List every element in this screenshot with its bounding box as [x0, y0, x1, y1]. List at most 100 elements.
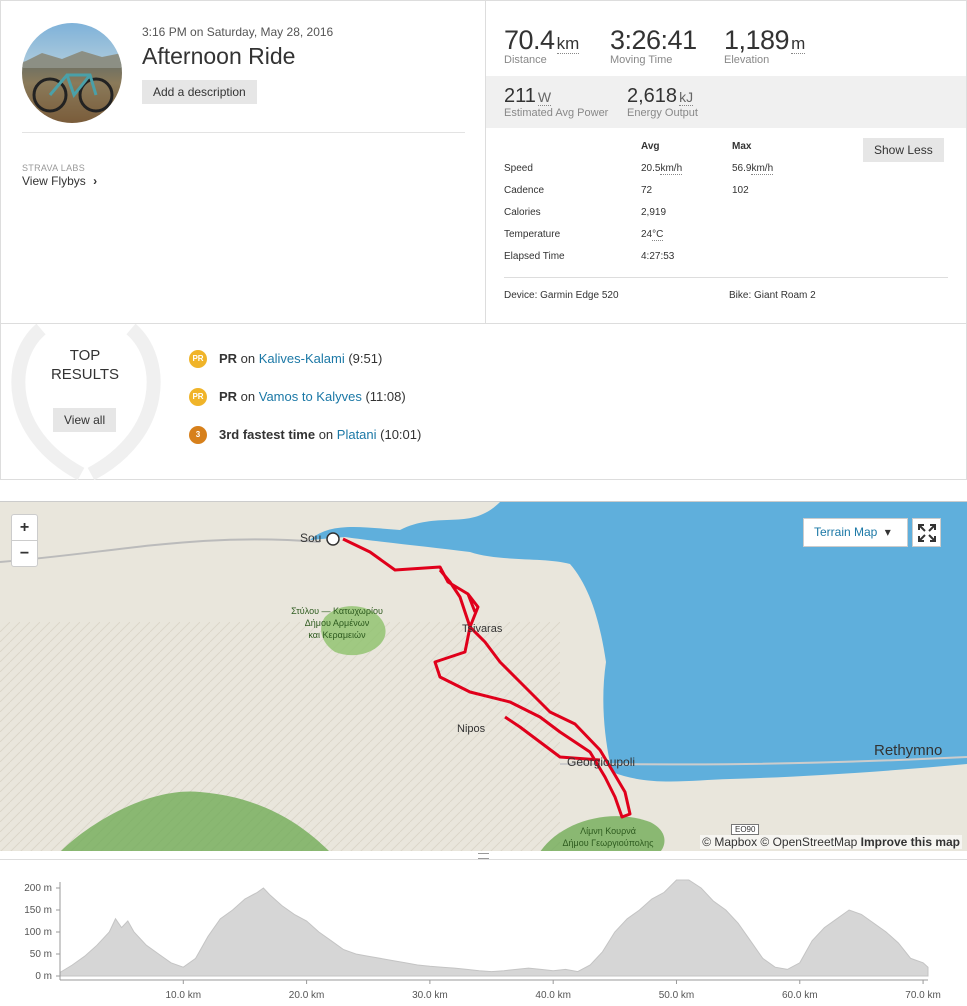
stat-max-value: 56.9: [732, 163, 752, 174]
area-label-line: και Κεραμειών: [308, 630, 366, 640]
zoom-out-button[interactable]: −: [12, 541, 37, 567]
stat-avg-unit: °C: [652, 229, 664, 241]
area-label-stylou: Στύλου — Κατωχωρίου Δήμου Αρμένων και Κε…: [282, 605, 392, 641]
third-place-medal-icon: 3: [189, 425, 207, 444]
view-flybys-link[interactable]: View Flybys ›: [22, 174, 97, 188]
stat-avg-value: 20.5: [641, 163, 661, 174]
bike-info: Bike: Giant Roam 2: [729, 290, 816, 301]
view-all-button[interactable]: View all: [53, 408, 117, 432]
fullscreen-icon: [917, 524, 936, 542]
top-results-title-line1: TOP: [69, 347, 101, 364]
max-column-header: Max: [732, 141, 752, 152]
distance-label: Distance: [504, 54, 547, 66]
distance-value: 70.4: [504, 25, 555, 55]
elevation-label: Elevation: [724, 54, 770, 66]
stat-row-label: Speed: [504, 163, 533, 174]
result-on: on: [237, 389, 259, 404]
power-value: 211: [504, 85, 536, 107]
avg-column-header: Avg: [641, 141, 660, 152]
bike-photo-avatar[interactable]: [22, 23, 122, 123]
x-tick-label: 60.0 km: [782, 990, 818, 1001]
bicycle-icon: [22, 51, 122, 113]
stat-avg: 24°C: [641, 229, 664, 241]
place-label-souda: Sou: [300, 531, 322, 545]
activity-header-panel: 3:16 PM on Saturday, May 28, 2016 Aftern…: [0, 0, 486, 324]
stat-avg: 2,919: [641, 207, 666, 218]
x-tick-label: 50.0 km: [659, 990, 695, 1001]
area-label-line: Στύλου — Κατωχωρίου: [291, 606, 383, 616]
route-map[interactable]: Sou Tsivaras Nipos Georgioupoli Rethymno…: [0, 501, 967, 851]
stat-avg: 20.5km/h: [641, 163, 683, 175]
elevation-area: [59, 879, 929, 977]
map-attribution: © Mapbox © OpenStreetMap Improve this ma…: [700, 835, 962, 849]
energy-stat: 2,618 kJ Energy Output: [627, 85, 698, 119]
area-label-line: Δήμου Αρμένων: [304, 618, 370, 628]
elevation-unit: m: [791, 34, 806, 54]
segment-link[interactable]: Platani: [337, 427, 377, 442]
moving-time-stat: 3:26:41 Moving Time: [610, 25, 697, 66]
stat-row-label: Cadence: [504, 185, 545, 196]
distance-unit: km: [556, 34, 580, 54]
power-stat: 211 W Estimated Avg Power: [504, 85, 608, 119]
divider: [504, 277, 948, 278]
stat-avg: 72: [641, 185, 652, 196]
top-results-title-line2: RESULTS: [50, 366, 120, 383]
attribution-text[interactable]: © Mapbox © OpenStreetMap: [702, 835, 857, 849]
stat-max: 102: [732, 185, 749, 196]
result-on: on: [315, 427, 337, 442]
stat-max: 56.9km/h: [732, 163, 774, 175]
show-less-button[interactable]: Show Less: [863, 138, 944, 162]
result-type: 3rd fastest time: [219, 427, 316, 442]
place-label-rethymno: Rethymno: [874, 742, 943, 759]
segment-link[interactable]: Vamos to Kalyves: [259, 389, 362, 404]
y-tick-label: 200 m: [24, 883, 52, 894]
moving-time-label: Moving Time: [610, 54, 673, 66]
elevation-chart[interactable]: 200 m 150 m 100 m 50 m 0 m 10.0 km 20.0 km 30.0…: [0, 860, 967, 1006]
place-label-tsivaras: Tsivaras: [462, 623, 503, 635]
improve-map-link[interactable]: Improve this map: [861, 835, 960, 849]
result-type: PR: [219, 389, 238, 404]
stats-panel: 70.4 km Distance 3:26:41 Moving Time 1,18…: [485, 0, 967, 324]
fullscreen-button[interactable]: [912, 518, 941, 547]
stat-avg-value: 24: [641, 229, 653, 240]
pr-medal-icon: PR: [189, 387, 207, 406]
area-label-lake: Λίμνη Κουρνά Δήμου Γεωργιούπολης: [545, 825, 671, 849]
result-time: (11:08): [361, 389, 406, 404]
place-label-georgioupoli: Georgioupoli: [567, 755, 636, 769]
stat-avg: 4:27:53: [641, 251, 674, 262]
top-result-item: PR PR on Vamos to Kalyves (11:08): [189, 386, 406, 408]
divider: [22, 132, 465, 133]
terrain-map-label: Terrain Map: [814, 525, 878, 539]
top-results-panel: TOP RESULTS View all PR PR on Kalives-Kal…: [0, 323, 967, 480]
moving-time-value: 3:26:41: [610, 25, 697, 55]
add-description-button[interactable]: Add a description: [142, 80, 257, 104]
result-time: (10:01): [376, 427, 422, 442]
distance-stat: 70.4 km Distance: [504, 25, 580, 66]
stat-avg-value: 4:27:53: [641, 251, 675, 262]
activity-datetime: 3:16 PM on Saturday, May 28, 2016: [142, 25, 334, 39]
device-info: Device: Garmin Edge 520: [504, 290, 619, 301]
elevation-stat: 1,189 m Elevation: [724, 25, 806, 66]
x-tick-label: 30.0 km: [412, 990, 448, 1001]
x-tick-label: 40.0 km: [535, 990, 571, 1001]
x-tick-label: 20.0 km: [289, 990, 325, 1001]
stat-avg-unit: km/h: [660, 163, 683, 175]
result-time: (9:51): [344, 351, 383, 366]
stat-max-unit: km/h: [751, 163, 774, 175]
y-tick-label: 100 m: [24, 927, 52, 938]
zoom-controls: + −: [11, 514, 38, 567]
energy-unit: kJ: [679, 89, 694, 106]
pr-medal-icon: PR: [189, 349, 207, 368]
x-tick-label: 70.0 km: [905, 990, 941, 1001]
result-on: on: [237, 351, 259, 366]
strava-labs-label: STRAVA LABS: [22, 163, 85, 173]
activity-title: Afternoon Ride: [142, 43, 296, 69]
view-flybys-label: View Flybys: [22, 174, 86, 188]
area-label-line: Λίμνη Κουρνά: [580, 826, 636, 836]
x-tick-label: 10.0 km: [166, 990, 202, 1001]
top-results-title: TOP RESULTS: [33, 346, 137, 384]
zoom-in-button[interactable]: +: [12, 515, 37, 541]
result-type: PR: [219, 351, 238, 366]
segment-link[interactable]: Kalives-Kalami: [259, 351, 345, 366]
terrain-map-select[interactable]: Terrain Map ▾: [803, 518, 908, 547]
